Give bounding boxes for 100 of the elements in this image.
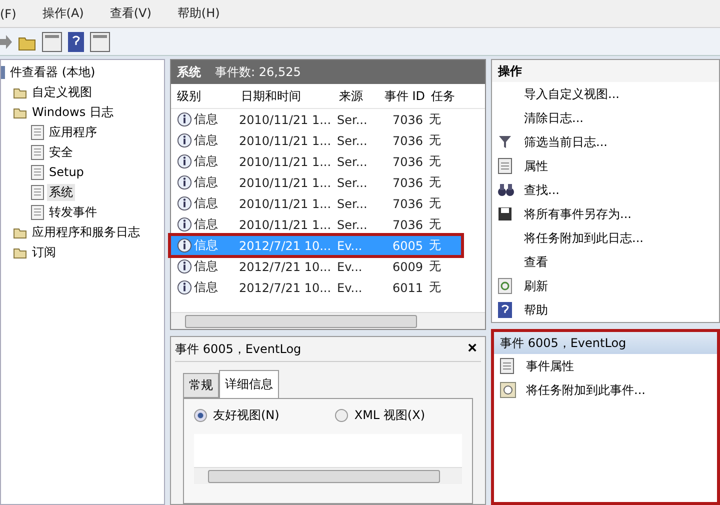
folder-icon (13, 106, 27, 118)
tree-item[interactable]: Setup (47, 165, 86, 179)
info-icon (177, 259, 192, 274)
scrollbar-thumb[interactable] (208, 470, 440, 482)
tree-item[interactable]: 转发事件 (47, 204, 99, 220)
tree-item[interactable]: 应用程序 (47, 124, 99, 140)
task-cell-text: 无 (428, 216, 442, 233)
level-text: 信息 (194, 279, 218, 296)
source-cell-text: Ser... (336, 134, 368, 148)
event-id-cell-text: 6009 (391, 260, 424, 274)
column-header[interactable]: 来源 (337, 88, 379, 104)
column-header[interactable]: 任务 (429, 88, 461, 104)
tree-item[interactable]: 订阅 (30, 244, 58, 260)
radio-button[interactable] (194, 409, 207, 422)
event-row[interactable]: 信息 2012/7/21 10... Ev... 6011 无 (171, 278, 461, 297)
action-item[interactable]: 清除日志... (492, 106, 719, 130)
event-row[interactable]: 信息 2010/11/21 1... Ser... 7036 无 (171, 194, 461, 213)
task-cell-text: 无 (428, 258, 442, 275)
action-item[interactable]: 导入自定义视图... (492, 82, 719, 106)
tree-item[interactable]: 自定义视图 (30, 84, 94, 100)
date-cell-text: 2010/11/21 1... (238, 134, 332, 148)
task-cell-text: 无 (428, 111, 442, 128)
date-cell-text: 2012/7/21 10... (238, 260, 332, 274)
radio-label: XML 视图(X) (354, 407, 426, 424)
level-text: 信息 (194, 237, 218, 254)
menu-item[interactable]: 操作(A) (42, 5, 84, 22)
radio-label: 友好视图(N) (213, 407, 280, 424)
folder-icon (13, 246, 27, 258)
menu-item[interactable]: (F) (0, 6, 16, 20)
action-item[interactable]: 帮助 (492, 298, 719, 322)
info-icon (177, 154, 192, 169)
action-item[interactable]: 查找... (492, 178, 719, 202)
log-icon (31, 184, 44, 200)
date-cell-text: 2010/11/21 1... (238, 112, 332, 126)
level-text: 信息 (194, 153, 218, 170)
event-id-cell-text: 7036 (391, 196, 424, 210)
source-cell-text: Ev... (336, 238, 364, 252)
event-row[interactable]: 信息 2010/11/21 1... Ser... 7036 无 (171, 131, 461, 150)
column-header[interactable]: 级别 (177, 88, 239, 104)
action-item[interactable]: 将任务附加到此事件... (494, 378, 717, 402)
pane-icon[interactable] (42, 32, 62, 52)
info-icon (177, 133, 192, 148)
date-cell-text: 2010/11/21 1... (238, 154, 332, 168)
source-cell-text: Ser... (336, 218, 368, 232)
action-item[interactable]: 将所有事件另存为... (492, 202, 719, 226)
source-cell-text: Ev... (336, 280, 364, 294)
refresh-icon (498, 278, 512, 294)
action-item[interactable]: 属性 (492, 154, 719, 178)
tree-item[interactable]: 应用程序和服务日志 (30, 224, 142, 240)
tree-item[interactable]: 件查看器 (本地) (8, 64, 98, 80)
close-button[interactable]: × (464, 340, 481, 358)
task-cell-text: 无 (428, 237, 442, 254)
date-cell-text: 2010/11/21 1... (238, 218, 332, 232)
tree-item[interactable]: 系统 (47, 184, 75, 200)
task-cell-text: 无 (428, 153, 442, 170)
tab[interactable]: 详细信息 (219, 370, 279, 398)
event-row[interactable]: 信息 2010/11/21 1... Ser... 7036 无 (171, 215, 461, 234)
help-icon[interactable] (68, 32, 84, 52)
source-cell-text: Ser... (336, 112, 368, 126)
date-cell-text: 2010/11/21 1... (238, 176, 332, 190)
tree-item[interactable]: Windows 日志 (30, 104, 116, 120)
scrollbar-thumb[interactable] (185, 314, 417, 328)
pane-icon[interactable] (90, 32, 110, 52)
event-id-cell-text: 7036 (391, 134, 424, 148)
section-header[interactable]: 操作 (492, 60, 719, 82)
task-cell-text: 无 (428, 195, 442, 212)
filter-icon (498, 135, 512, 149)
action-item[interactable]: 事件属性 (494, 354, 717, 378)
task-icon (500, 382, 516, 398)
action-item[interactable]: 筛选当前日志... (492, 130, 719, 154)
folder-icon (13, 86, 27, 98)
section-header[interactable]: 事件 6005，EventLog (494, 332, 717, 354)
event-row[interactable]: 信息 2010/11/21 1... Ser... 7036 无 (171, 152, 461, 171)
event-id-cell-text: 7036 (391, 218, 424, 232)
source-cell-text: Ser... (336, 196, 368, 210)
level-text: 信息 (194, 195, 218, 212)
action-item[interactable]: 将任务附加到此日志... (492, 226, 719, 250)
detail-title: 事件 6005，EventLog (175, 340, 302, 358)
radio-button[interactable] (335, 409, 348, 422)
column-header[interactable]: 事件 ID (379, 88, 429, 104)
event-count: 事件数: 26,525 (215, 64, 301, 80)
event-row[interactable]: 信息 2012/7/21 10... Ev... 6009 无 (171, 257, 461, 276)
action-item[interactable]: 刷新 (492, 274, 719, 298)
page-icon (498, 158, 512, 174)
help-icon (498, 302, 512, 318)
forward-arrow-icon[interactable] (0, 34, 12, 48)
level-text: 信息 (194, 216, 218, 233)
event-row[interactable]: 信息 2010/11/21 1... Ser... 7036 无 (171, 110, 461, 129)
level-text: 信息 (194, 132, 218, 149)
action-item[interactable]: 查看 (492, 250, 719, 274)
tab[interactable]: 常规 (183, 373, 219, 398)
event-id-cell-text: 7036 (391, 154, 424, 168)
tree-item[interactable]: 安全 (47, 144, 75, 160)
date-cell-text: 2012/7/21 10... (238, 238, 332, 252)
column-header[interactable]: 日期和时间 (239, 88, 337, 104)
menu-item[interactable]: 查看(V) (110, 5, 152, 22)
event-row[interactable]: 信息 2010/11/21 1... Ser... 7036 无 (171, 173, 461, 192)
task-cell-text: 无 (428, 132, 442, 149)
log-icon (31, 144, 44, 160)
menu-item[interactable]: 帮助(H) (177, 5, 220, 22)
